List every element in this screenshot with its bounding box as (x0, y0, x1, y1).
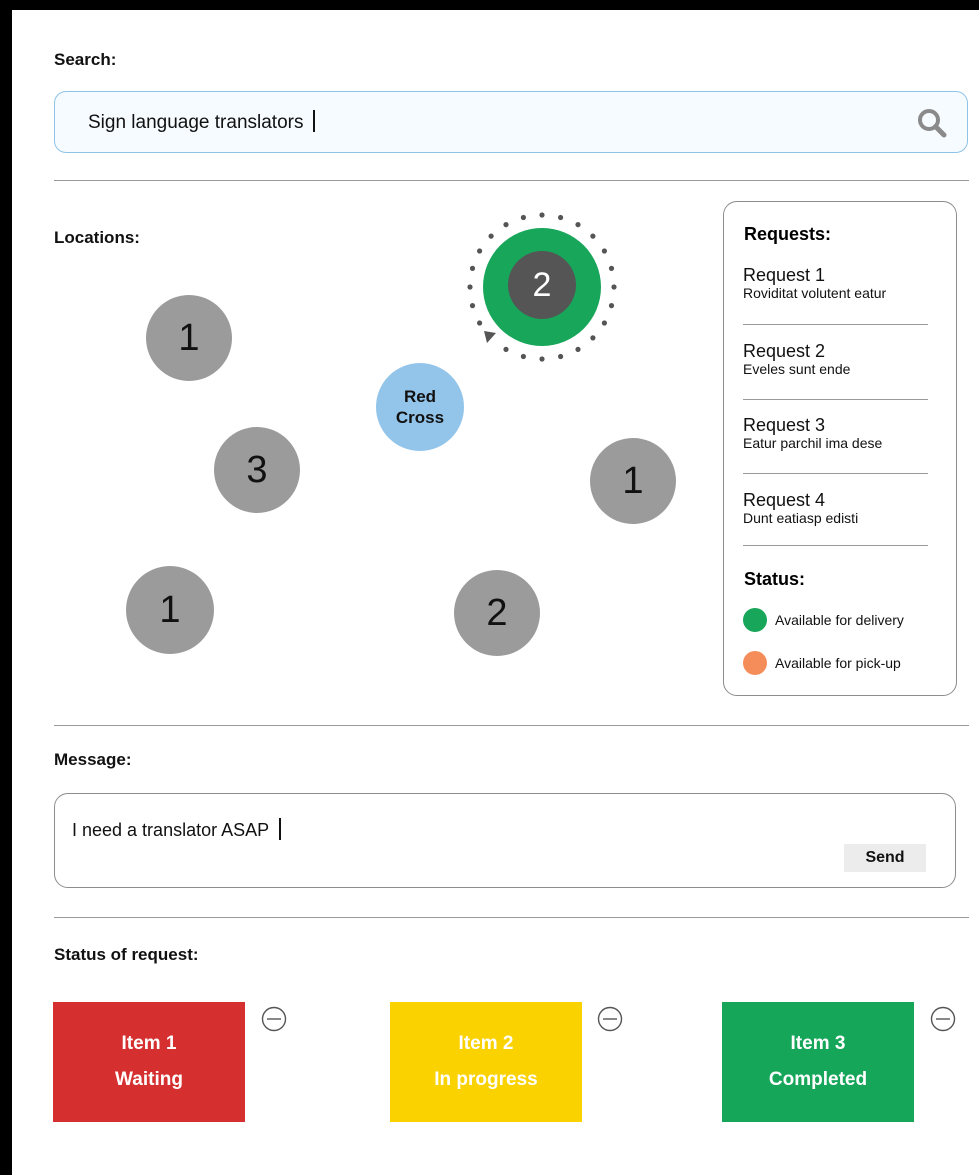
status-card-item: Item 2 (458, 1033, 514, 1054)
app-frame: Search: Sign language translators Locati… (12, 10, 979, 1175)
status-dot-icon (743, 608, 767, 632)
divider (743, 545, 928, 546)
location-pin[interactable]: 1 (146, 295, 232, 381)
location-pin[interactable]: 2 (454, 570, 540, 656)
divider (54, 180, 969, 181)
divider (743, 473, 928, 474)
request-item[interactable]: Request 1 Roviditat volutent eatur (743, 265, 929, 302)
message-input-value: I need a translator ASAP (72, 820, 270, 840)
red-cross-label-line2: Cross (395, 408, 445, 427)
status-card-completed[interactable]: Item 3 Completed (722, 1002, 914, 1122)
locations-label: Locations: (54, 228, 140, 247)
status-card-state: Completed (768, 1069, 868, 1090)
status-of-request-label: Status of request: (54, 945, 199, 964)
divider (743, 399, 928, 400)
status-card-waiting[interactable]: Item 1 Waiting (53, 1002, 245, 1122)
legend-item-delivery: Available for delivery (743, 608, 904, 632)
status-card-state: In progress (434, 1069, 538, 1090)
status-card-in-progress[interactable]: Item 2 In progress (390, 1002, 582, 1122)
remove-icon[interactable] (597, 1006, 623, 1032)
request-subtitle: Dunt eatiasp edisti (743, 510, 859, 526)
red-cross-label-line1: Red (403, 387, 437, 406)
status-dot-icon (743, 651, 767, 675)
request-item[interactable]: Request 4 Dunt eatiasp edisti (743, 490, 929, 527)
send-button[interactable]: Send (844, 844, 926, 872)
request-title: Request 3 (743, 415, 826, 435)
request-title: Request 1 (743, 265, 826, 285)
status-card-state: Waiting (115, 1069, 183, 1090)
red-cross-marker[interactable]: Red Cross (376, 363, 464, 451)
status-card-item: Item 1 (121, 1033, 177, 1054)
search-input-value: Sign language translators (88, 112, 304, 133)
requests-title: Requests: (744, 224, 832, 244)
text-caret (279, 818, 281, 840)
search-input[interactable]: Sign language translators (54, 91, 968, 153)
divider (54, 725, 969, 726)
selected-location-pin[interactable]: 2 (508, 251, 576, 319)
search-label: Search: (54, 50, 117, 69)
status-card-item: Item 3 (790, 1033, 846, 1054)
message-label: Message: (54, 750, 132, 769)
remove-icon[interactable] (261, 1006, 287, 1032)
legend-label: Available for delivery (775, 612, 904, 628)
status-legend-title: Status: (744, 569, 806, 589)
remove-icon[interactable] (930, 1006, 956, 1032)
requests-panel: Requests: Request 1 Roviditat volutent e… (723, 201, 957, 696)
location-pin[interactable]: 3 (214, 427, 300, 513)
legend-item-pickup: Available for pick-up (743, 651, 901, 675)
request-subtitle: Eatur parchil ima dese (743, 435, 883, 451)
divider (743, 324, 928, 325)
request-subtitle: Eveles sunt ende (743, 361, 851, 377)
location-pin[interactable]: 1 (590, 438, 676, 524)
legend-label: Available for pick-up (775, 655, 901, 671)
request-title: Request 4 (743, 490, 826, 510)
request-title: Request 2 (743, 341, 826, 361)
request-item[interactable]: Request 3 Eatur parchil ima dese (743, 415, 929, 452)
location-pin[interactable]: 1 (126, 566, 214, 654)
divider (54, 917, 969, 918)
request-subtitle: Roviditat volutent eatur (743, 285, 887, 301)
search-icon[interactable] (915, 106, 949, 140)
request-item[interactable]: Request 2 Eveles sunt ende (743, 341, 929, 378)
text-caret (313, 110, 315, 132)
message-input[interactable]: I need a translator ASAP Send (54, 793, 956, 888)
